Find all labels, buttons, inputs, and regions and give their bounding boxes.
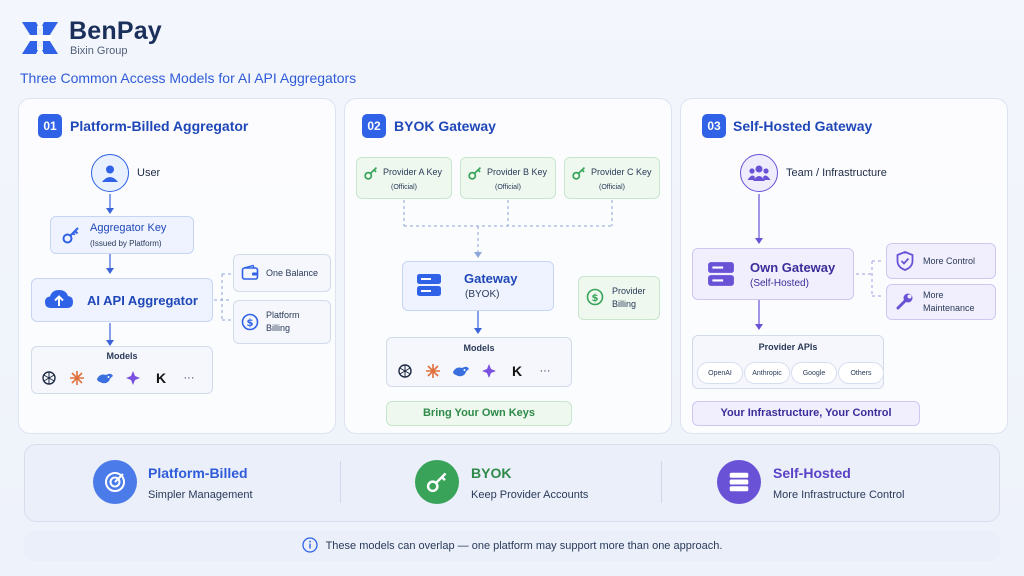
benpay-logo-icon: [18, 16, 62, 60]
shield-icon: [896, 251, 914, 276]
server-icon: [416, 272, 442, 303]
summary-self-hosted-sub: More Infrastructure Control: [773, 489, 905, 501]
gemini-icon: [124, 369, 142, 387]
more-models-icon: ···: [183, 372, 195, 384]
footer-note-text: These models can overlap — one platform …: [325, 540, 723, 552]
provider-billing-dollar-icon: $: [586, 288, 604, 311]
brand-name: BenPay: [69, 17, 162, 45]
aggregator-key-title: Aggregator Key: [90, 222, 167, 234]
key-icon: [62, 226, 80, 249]
footer-note: These models can overlap — one platform …: [24, 531, 1000, 561]
wrench-icon: [896, 292, 914, 315]
byok-gateway-sub: (BYOK): [465, 289, 500, 300]
wallet-icon: [241, 264, 259, 287]
aggregator-key-sub: (Issued by Platform): [90, 239, 162, 248]
platform-billing-label-1: Platform: [266, 310, 300, 320]
summary-self-hosted-title: Self-Hosted: [773, 465, 851, 481]
provider-c-key-icon: [572, 166, 586, 185]
svg-text:$: $: [592, 293, 599, 304]
ai-api-aggregator-label: AI API Aggregator: [87, 293, 198, 308]
gemini-icon: [480, 362, 498, 380]
cloud-upload-icon: [44, 288, 74, 317]
kimi-icon: K: [511, 363, 523, 379]
summary-platform-title: Platform-Billed: [148, 465, 248, 481]
provider-b-key-icon: [468, 166, 482, 185]
summary-bar: [24, 444, 1000, 522]
dollar-icon: $: [241, 313, 259, 336]
deepseek-icon: [96, 369, 114, 387]
provider-billing-label-1: Provider: [612, 286, 646, 296]
openai-icon: [396, 362, 414, 380]
own-gateway-label: Own Gateway: [750, 260, 836, 275]
panel2-model-icons: K ···: [396, 362, 554, 380]
key-icon: [415, 460, 459, 504]
info-icon: [301, 536, 318, 556]
provider-a-key-sub: (Official): [391, 184, 417, 191]
svg-text:$: $: [247, 318, 254, 329]
panel1-model-icons: K ···: [40, 369, 198, 387]
provider-b-key-label: Provider B Key: [487, 167, 548, 177]
api-openai: OpenAI: [697, 362, 743, 384]
more-control-label: More Control: [923, 256, 976, 266]
provider-billing-label-2: Billing: [612, 299, 637, 309]
provider-apis-label: Provider APIs: [758, 342, 818, 352]
panel2-models-label: Models: [463, 343, 495, 353]
provider-c-key-sub: (Official): [599, 184, 625, 191]
deepseek-icon: [452, 362, 470, 380]
own-gateway-sub: (Self-Hosted): [750, 278, 809, 289]
more-models-icon: ···: [539, 365, 551, 377]
summary-divider-2: [661, 461, 662, 503]
api-anthropic: Anthropic: [744, 362, 790, 384]
byok-gateway-label: Gateway: [464, 271, 518, 286]
provider-a-key-icon: [364, 166, 378, 185]
platform-billing-label-2: Billing: [266, 323, 291, 333]
self-hosted-footer-label: Your Infrastructure, Your Control: [720, 407, 892, 419]
brand-subtitle: Bixin Group: [70, 45, 128, 57]
summary-divider-1: [340, 461, 341, 503]
api-google: Google: [791, 362, 837, 384]
target-icon: [93, 460, 137, 504]
anthropic-icon: [424, 362, 442, 380]
panel1-models-label: Models: [106, 351, 138, 361]
provider-a-key-label: Provider A Key: [383, 167, 443, 177]
page-title: Three Common Access Models for AI API Ag…: [20, 70, 357, 86]
openai-icon: [40, 369, 58, 387]
api-others: Others: [838, 362, 884, 384]
kimi-icon: K: [155, 370, 167, 386]
server-icon: [717, 460, 761, 504]
more-maintenance-label-1: More: [923, 290, 944, 300]
summary-platform-sub: Simpler Management: [148, 489, 253, 501]
provider-apis-row: OpenAI Anthropic Google Others: [697, 362, 884, 384]
own-gateway-server-icon: [707, 260, 735, 293]
summary-byok-sub: Keep Provider Accounts: [471, 489, 589, 501]
provider-c-key-label: Provider C Key: [591, 167, 652, 177]
more-maintenance-label-2: Maintenance: [923, 303, 975, 313]
anthropic-icon: [68, 369, 86, 387]
one-balance-label: One Balance: [266, 268, 319, 278]
provider-b-key-sub: (Official): [495, 184, 521, 191]
byok-footer-label: Bring Your Own Keys: [422, 407, 536, 419]
summary-byok-title: BYOK: [471, 465, 512, 481]
